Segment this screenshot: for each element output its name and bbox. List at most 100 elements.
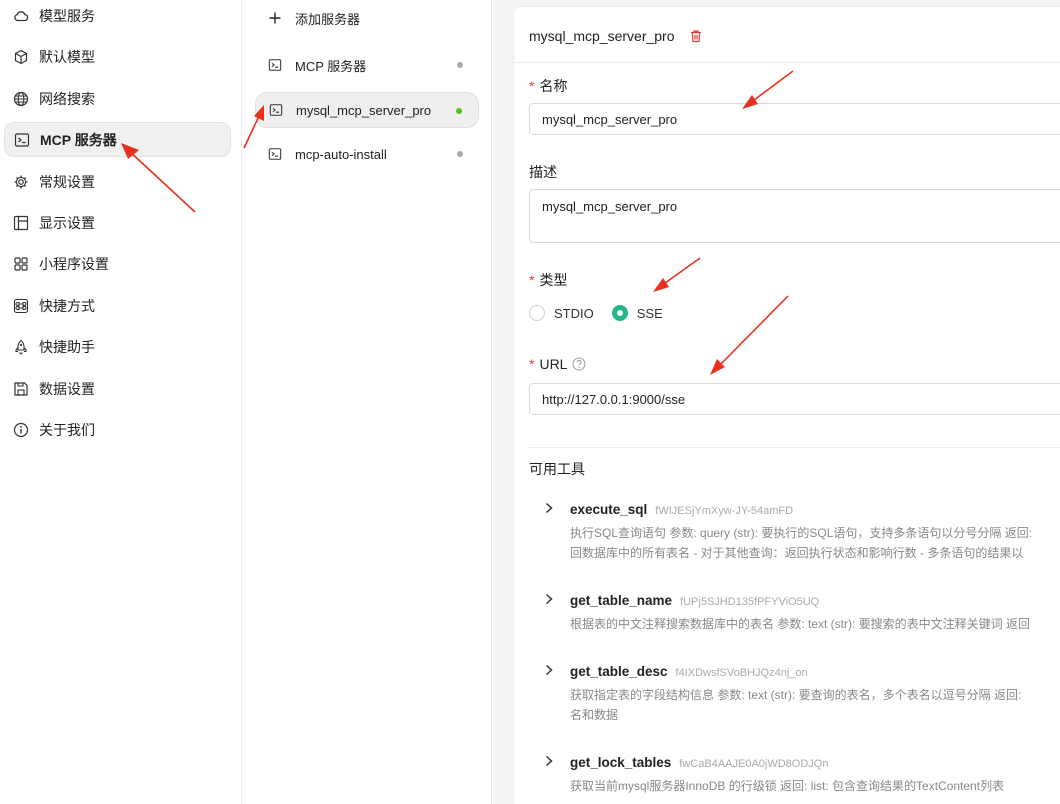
info-icon	[12, 421, 30, 439]
tool-id: f4IXDwsfSVoBHJQz4nj_on	[675, 667, 808, 679]
tool-item[interactable]: get_table_desc f4IXDwsfSVoBHJQz4nj_on 获取…	[544, 663, 1060, 725]
tool-description: 获取当前mysql服务器InnoDB 的行级锁 返回: list: 包含查询结果…	[570, 776, 1060, 796]
radio-circle-selected	[611, 305, 628, 321]
tool-item[interactable]: execute_sql fWIJESjYmXyw-JY-54amFD 执行SQL…	[544, 501, 1060, 563]
url-input[interactable]: http://127.0.0.1:9000/sse	[529, 383, 1060, 415]
status-dot	[457, 151, 463, 157]
type-label: * 类型	[529, 270, 567, 290]
tool-desc-line: 名和数据	[570, 708, 619, 722]
divider	[514, 62, 1060, 63]
server-item-label: mysql_mcp_server_pro	[296, 102, 432, 118]
name-label: * 名称	[529, 76, 567, 96]
help-icon[interactable]	[572, 357, 586, 371]
status-dot	[456, 108, 462, 114]
radio-sse[interactable]: SSE	[611, 305, 663, 321]
server-list: 添加服务器 MCP 服务器 mysql_mcp_server_pro mcp-a…	[243, 0, 492, 804]
server-item-label: MCP 服务器	[295, 58, 367, 74]
sidebar-item-label: MCP 服务器	[40, 131, 117, 148]
sidebar-item-default-model[interactable]: 默认模型	[4, 39, 231, 74]
tool-id: fwCaB4AAJE0A0jWD8ODJQn	[679, 758, 829, 770]
sidebar-item-shortcuts[interactable]: 快捷方式	[4, 288, 231, 323]
sidebar-item-quick-assistant[interactable]: 快捷助手	[4, 329, 231, 364]
chevron-right-icon[interactable]	[544, 754, 562, 770]
tool-desc-line: 根据表的中文注释搜索数据库中的表名 参数: text (str): 要搜索的表中…	[570, 617, 1031, 631]
server-detail-card: mysql_mcp_server_pro * 名称 mysql_mcp_serve…	[513, 6, 1060, 804]
status-dot	[457, 62, 463, 68]
chevron-right-icon[interactable]	[544, 663, 562, 679]
cube-icon	[12, 48, 30, 66]
server-item-mcp[interactable]: MCP 服务器	[255, 47, 479, 83]
url-label: * URL	[529, 356, 586, 372]
terminal-icon	[267, 146, 283, 162]
sidebar-item-label: 关于我们	[39, 421, 95, 438]
tool-item[interactable]: get_lock_tables fwCaB4AAJE0A0jWD8ODJQn 获…	[544, 754, 1060, 796]
plus-icon	[267, 10, 283, 26]
sidebar-item-data-settings[interactable]: 数据设置	[4, 371, 231, 406]
detail-area: mysql_mcp_server_pro * 名称 mysql_mcp_serve…	[493, 0, 1060, 804]
tools-heading: 可用工具	[529, 461, 585, 477]
command-icon	[12, 297, 30, 315]
tool-name: execute_sql	[570, 502, 648, 517]
grid-icon	[12, 255, 30, 273]
sidebar-item-label: 默认模型	[39, 48, 95, 65]
layout-icon	[12, 214, 30, 232]
tool-item[interactable]: get_table_name fUPj5SJHD135fPFYViO5UQ 根据…	[544, 592, 1060, 634]
tool-desc-line: 获取当前mysql服务器InnoDB 的行级锁 返回: list: 包含查询结果…	[570, 779, 1005, 793]
tool-description: 获取指定表的字段结构信息 参数: text (str): 要查询的表名，多个表名…	[570, 685, 1060, 725]
sidebar-item-label: 显示设置	[39, 214, 95, 231]
tool-id: fWIJESjYmXyw-JY-54amFD	[655, 505, 794, 517]
type-label-text: 类型	[539, 272, 568, 288]
add-server-button[interactable]: 添加服务器	[255, 0, 479, 36]
tool-desc-line: 执行SQL查询语句 参数: query (str): 要执行的SQL语句，支持多…	[570, 526, 1033, 540]
sidebar-item-general-settings[interactable]: 常规设置	[4, 164, 231, 199]
name-input[interactable]: mysql_mcp_server_pro	[529, 103, 1060, 135]
server-item-label: mcp-auto-install	[295, 146, 387, 162]
sidebar-item-label: 模型服务	[39, 7, 95, 24]
required-marker: *	[529, 78, 535, 94]
save-icon	[12, 380, 30, 398]
type-radio-group: STDIO SSE	[529, 305, 681, 321]
sidebar-item-label: 小程序设置	[39, 255, 109, 272]
server-item-auto-install[interactable]: mcp-auto-install	[255, 136, 479, 172]
description-textarea[interactable]: mysql_mcp_server_pro	[529, 189, 1060, 243]
tool-description: 执行SQL查询语句 参数: query (str): 要执行的SQL语句，支持多…	[570, 523, 1060, 563]
required-marker: *	[529, 356, 535, 372]
server-item-mysql[interactable]: mysql_mcp_server_pro	[255, 92, 479, 128]
tool-id: fUPj5SJHD135fPFYViO5UQ	[680, 596, 820, 608]
gear-icon	[12, 173, 30, 191]
detail-title: mysql_mcp_server_pro	[529, 28, 675, 44]
tool-name: get_table_desc	[570, 664, 668, 679]
chevron-right-icon[interactable]	[544, 592, 562, 608]
add-server-label: 添加服务器	[295, 11, 361, 27]
tool-name: get_table_name	[570, 593, 673, 608]
divider	[529, 447, 1060, 448]
sidebar-item-about[interactable]: 关于我们	[4, 412, 231, 447]
required-marker: *	[529, 272, 535, 288]
tool-desc-line: 回数据库中的所有表名 - 对于其他查询：返回执行状态和影响行数 - 多条语句的结…	[570, 546, 1024, 560]
tool-name: get_lock_tables	[570, 755, 672, 770]
sidebar-item-miniapp-settings[interactable]: 小程序设置	[4, 246, 231, 281]
delete-icon[interactable]	[689, 29, 703, 43]
detail-header: mysql_mcp_server_pro	[529, 28, 703, 44]
sidebar-item-label: 常规设置	[39, 173, 95, 190]
settings-sidebar: 模型服务 默认模型 网络搜索 MCP 服务器 常规设置 显示设置 小程序设置 快…	[0, 0, 242, 804]
sidebar-item-web-search[interactable]: 网络搜索	[4, 81, 231, 116]
sidebar-item-label: 网络搜索	[39, 90, 95, 107]
url-label-text: URL	[539, 356, 568, 372]
globe-icon	[12, 90, 30, 108]
terminal-icon	[13, 131, 31, 149]
sidebar-item-mcp-servers[interactable]: MCP 服务器	[4, 122, 231, 157]
cloud-icon	[12, 7, 30, 25]
radio-stdio[interactable]: STDIO	[529, 305, 594, 321]
sidebar-item-display-settings[interactable]: 显示设置	[4, 205, 231, 240]
chevron-right-icon[interactable]	[544, 501, 562, 517]
tool-desc-line: 获取指定表的字段结构信息 参数: text (str): 要查询的表名，多个表名…	[570, 688, 1022, 702]
desc-label: 描述	[529, 164, 557, 180]
tool-description: 根据表的中文注释搜索数据库中的表名 参数: text (str): 要搜索的表中…	[570, 614, 1060, 634]
radio-label: SSE	[636, 305, 663, 321]
rocket-icon	[12, 338, 30, 356]
sidebar-item-model-service[interactable]: 模型服务	[4, 0, 231, 33]
name-label-text: 名称	[539, 78, 568, 94]
terminal-icon	[267, 57, 283, 73]
sidebar-item-label: 快捷方式	[39, 297, 95, 314]
